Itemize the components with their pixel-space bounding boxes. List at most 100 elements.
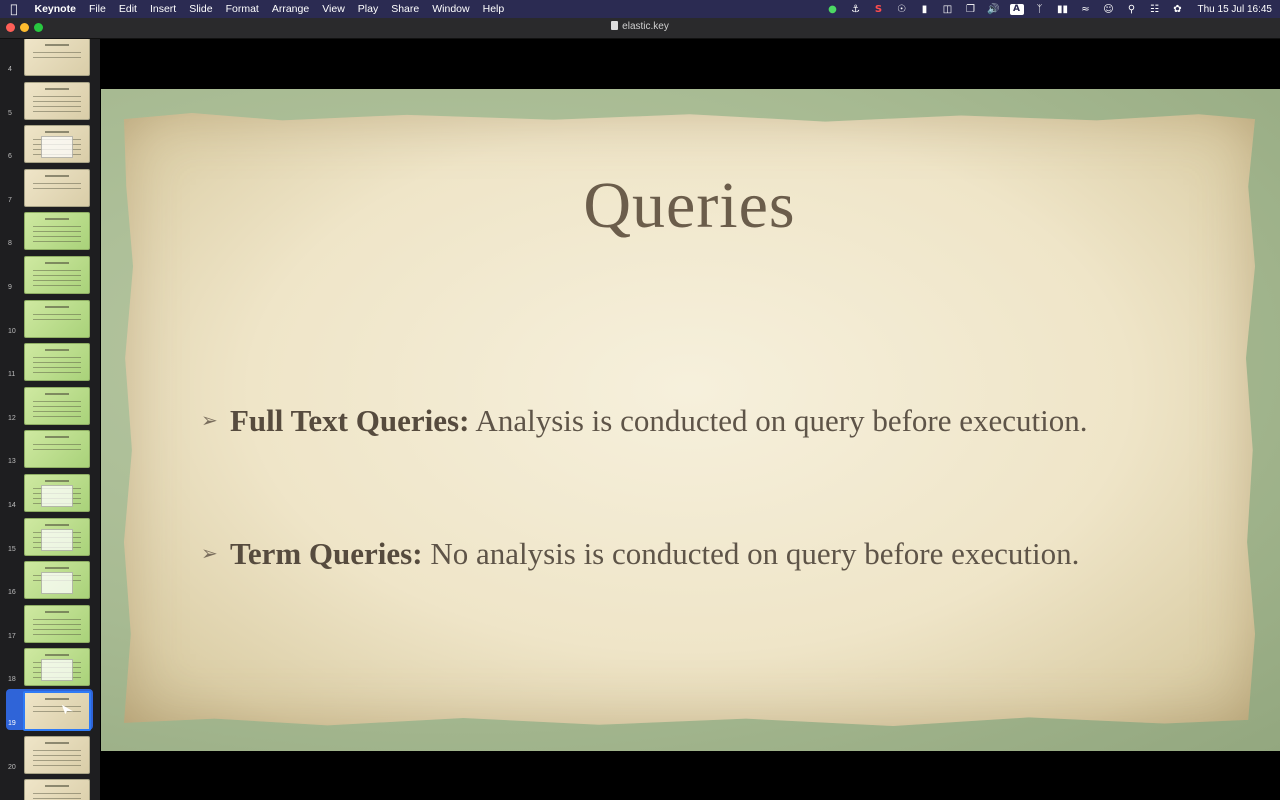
- battery-icon[interactable]: ▮▮: [1056, 4, 1070, 15]
- slide-thumbnail-6[interactable]: 6: [0, 123, 100, 166]
- slide-number: 4: [8, 66, 12, 73]
- menu-format[interactable]: Format: [219, 3, 265, 15]
- menu-insert[interactable]: Insert: [143, 3, 182, 15]
- slide-thumbnail-image: [24, 256, 90, 294]
- control-center-icon[interactable]: ☷: [1148, 4, 1162, 15]
- slide-thumbnail-image: [23, 691, 91, 731]
- status-area: ● ⚓ S ☉ ▮ ◫ ❐ 🔊 A ᛉ ▮▮ ≈ ☺ ⚲ ☷ ✿ Thu 15 …: [826, 3, 1280, 15]
- slide-thumbnail-image: [24, 430, 90, 469]
- slide-number: 9: [8, 284, 12, 291]
- slide-number: 10: [8, 327, 16, 335]
- slide-navigator[interactable]: 4 5 6 7 8 9 10 11 12 13 14 15 16 17 18 19 20 21: [0, 39, 101, 800]
- slide-thumbnail-20[interactable]: 20: [0, 734, 100, 777]
- bullet-text: Analysis is conducted on query before ex…: [469, 403, 1088, 438]
- menu-help[interactable]: Help: [476, 3, 511, 15]
- slide-number: 6: [8, 153, 12, 161]
- document-icon: [611, 21, 619, 30]
- user-icon[interactable]: ☺: [1102, 4, 1116, 15]
- volume-icon[interactable]: 🔊: [987, 4, 1001, 15]
- slide-thumbnail-image: [24, 81, 90, 120]
- slide-number: 5: [8, 109, 12, 117]
- slide-thumbnail-image: [24, 125, 90, 164]
- slide-thumbnail-17[interactable]: 17: [0, 603, 100, 646]
- slide-thumbnail-9[interactable]: 9: [0, 254, 100, 297]
- menu-app-keynote[interactable]: Keynote: [28, 3, 82, 15]
- slide-thumbnail-image: [24, 517, 90, 556]
- apple-menu-icon[interactable]: : [0, 2, 28, 16]
- window-title-bar: elastic.key: [0, 18, 1280, 39]
- slide-number: 20: [8, 763, 16, 771]
- menu-window[interactable]: Window: [426, 3, 476, 15]
- spotlight-icon[interactable]: ⚲: [1125, 4, 1139, 15]
- scrivener-icon[interactable]: S: [872, 4, 886, 15]
- slide-number: 19: [8, 720, 16, 727]
- bullet-arrow-icon: ➢: [201, 410, 218, 432]
- slide-number: 16: [8, 589, 16, 597]
- slide-thumbnail-7[interactable]: 7: [0, 167, 100, 210]
- bullet-text: No analysis is conducted on query before…: [422, 536, 1080, 571]
- onepassword-icon[interactable]: ☉: [895, 4, 909, 15]
- slide-title[interactable]: Queries: [124, 168, 1255, 244]
- slide-thumbnail-12[interactable]: 12: [0, 385, 100, 428]
- wifi-icon[interactable]: ≈: [1079, 4, 1093, 15]
- slide-thumbnail-13[interactable]: 13: [0, 428, 100, 471]
- slide-thumbnail-16[interactable]: 16: [0, 559, 100, 602]
- layout-icon[interactable]: ◫: [941, 4, 955, 15]
- input-source-icon[interactable]: A: [1009, 3, 1024, 15]
- menu-bar:  Keynote File Edit Insert Slide Format …: [0, 0, 1280, 18]
- slide-thumbnail-8[interactable]: 8: [0, 210, 100, 253]
- slide-thumbnail-5[interactable]: 5: [0, 80, 100, 123]
- slide-thumbnail-image: [24, 648, 90, 687]
- slide-number: 12: [8, 414, 16, 422]
- slide-background[interactable]: Queries ➢ Full Text Queries: Analysis is …: [101, 89, 1280, 751]
- slide-thumbnail-21[interactable]: 21: [0, 777, 100, 800]
- slide-thumbnail-10[interactable]: 10: [0, 298, 100, 341]
- bullet-term-queries[interactable]: ➢ Term Queries: No analysis is conducted …: [201, 536, 1079, 572]
- slide-thumbnail-image: [24, 168, 90, 207]
- menu-arrange[interactable]: Arrange: [265, 3, 315, 15]
- slide-thumbnail-image: [24, 779, 90, 800]
- menu-file[interactable]: File: [82, 3, 112, 15]
- menu-view[interactable]: View: [316, 3, 352, 15]
- menu-edit[interactable]: Edit: [112, 3, 143, 15]
- slide-number: 7: [8, 196, 12, 204]
- menu-clock[interactable]: Thu 15 Jul 16:45: [1198, 4, 1273, 15]
- bluetooth-icon[interactable]: ᛉ: [1033, 4, 1047, 15]
- slide-number: 18: [8, 676, 16, 684]
- slide-thumbnail-image: [24, 299, 90, 338]
- bullet-full-text-queries[interactable]: ➢ Full Text Queries: Analysis is conducte…: [201, 403, 1088, 439]
- slide-thumbnail-15[interactable]: 15: [0, 516, 100, 559]
- slide-thumbnail-image: [24, 735, 90, 774]
- slide-thumbnail-image: [24, 561, 90, 600]
- menu-slide[interactable]: Slide: [183, 3, 219, 15]
- siri-icon[interactable]: ✿: [1171, 4, 1185, 15]
- slide-thumbnail-image: [24, 39, 90, 76]
- slide-thumbnail-image: [24, 474, 90, 512]
- slide-number: 8: [8, 240, 12, 248]
- slide-number: 17: [8, 632, 16, 640]
- bullet-term: Term Queries:: [230, 536, 423, 571]
- window-title: elastic.key: [0, 21, 1280, 32]
- menu-play[interactable]: Play: [351, 3, 384, 15]
- bullet-term: Full Text Queries:: [230, 403, 470, 438]
- menu-share[interactable]: Share: [385, 3, 426, 15]
- slide-thumbnail-18[interactable]: 18: [0, 646, 100, 689]
- slide-number: 13: [8, 458, 16, 466]
- slide-thumbnail-11[interactable]: 11: [0, 341, 100, 384]
- screens-icon[interactable]: ❐: [964, 4, 978, 15]
- slide-thumbnail-4[interactable]: 4: [0, 39, 100, 79]
- slide-paper: Queries ➢ Full Text Queries: Analysis is …: [124, 113, 1255, 726]
- line-icon[interactable]: ●: [826, 4, 840, 15]
- notes-icon[interactable]: ▮: [918, 4, 932, 15]
- bullet-arrow-icon: ➢: [201, 543, 218, 565]
- slide-thumbnail-14[interactable]: 14: [0, 472, 100, 515]
- slide-thumbnail-image: [24, 386, 90, 425]
- slide-thumbnail-image: [24, 604, 90, 643]
- slide-canvas[interactable]: Queries ➢ Full Text Queries: Analysis is …: [101, 39, 1280, 800]
- slide-thumbnail-19[interactable]: 19: [0, 690, 100, 733]
- docker-icon[interactable]: ⚓: [849, 4, 863, 15]
- slide-thumbnail-image: [24, 212, 90, 251]
- slide-thumbnail-image: [24, 343, 90, 382]
- slide-number: 15: [8, 545, 16, 553]
- window-title-text: elastic.key: [622, 21, 669, 32]
